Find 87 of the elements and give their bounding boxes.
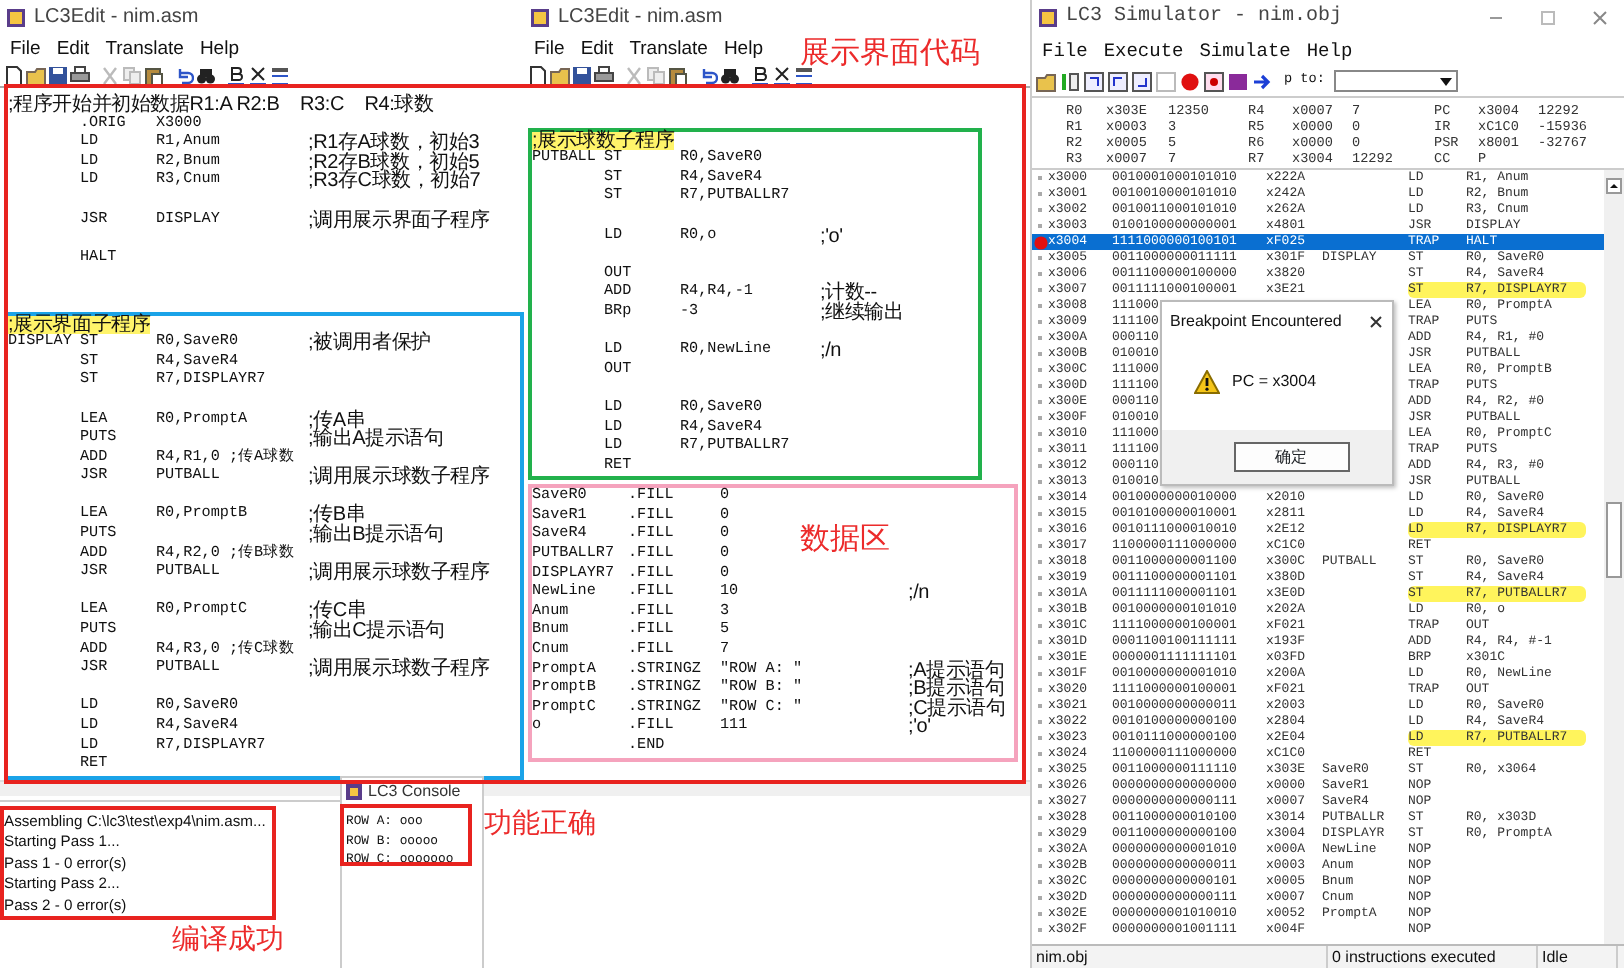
- window-title: LC3 Simulator - nim.obj: [1066, 8, 1343, 28]
- menu-item[interactable]: Help: [723, 39, 763, 59]
- menu-item[interactable]: Help: [199, 39, 239, 59]
- code-comment: ;调用展示球数子程序: [308, 468, 490, 488]
- code-comment: ;调用展示球数子程序: [308, 660, 490, 680]
- memory-icon[interactable]: [1228, 71, 1248, 91]
- code-comment: ;A提示语句: [908, 661, 1005, 681]
- dialog-title: Breakpoint Encountered: [1170, 309, 1342, 333]
- status-text: Idle: [1538, 946, 1618, 968]
- code-comment: ;'o': [820, 227, 843, 247]
- annotation-label: 数据区: [800, 524, 890, 554]
- code-comment: ;计数--: [820, 284, 877, 304]
- arrow-icon[interactable]: [1252, 71, 1272, 91]
- menu-item[interactable]: File: [534, 39, 565, 59]
- annotation-label: 编译成功: [172, 924, 284, 952]
- code-comment: ;被调用者保护: [308, 334, 431, 354]
- step-icon[interactable]: [1132, 71, 1152, 91]
- menu-item[interactable]: Translate: [105, 39, 184, 59]
- copy-icon[interactable]: [646, 65, 666, 85]
- code-comment: ;展示界面子程序: [8, 315, 151, 335]
- paste-icon[interactable]: [144, 65, 164, 85]
- code-comment: ;继续输出: [820, 303, 904, 324]
- status-text: nim.obj: [1032, 946, 1328, 968]
- binoculars-icon[interactable]: [196, 65, 216, 85]
- scissors-icon[interactable]: [100, 65, 120, 85]
- code-comment: ;R2存B球数，初始5: [308, 153, 480, 173]
- scrollbar[interactable]: [1604, 170, 1624, 944]
- status-text: 0 instructions executed: [1328, 946, 1538, 968]
- step-icon[interactable]: [1204, 71, 1224, 91]
- app-icon: [530, 7, 550, 27]
- menu-item[interactable]: File: [10, 39, 41, 59]
- code-comment: ;B提示语句: [908, 680, 1005, 700]
- warning-icon: [1194, 370, 1220, 394]
- window-title: LC3Edit - nim.asm: [558, 7, 723, 27]
- code-comment: ;展示球数子程序: [532, 131, 675, 151]
- binoculars-icon[interactable]: [720, 65, 740, 85]
- code-comment: ;调用展示界面子程序: [308, 211, 490, 231]
- printer-icon[interactable]: [70, 65, 90, 85]
- code-comment: ;输出C提示语句: [308, 622, 445, 642]
- step-icon[interactable]: [1084, 71, 1104, 91]
- assemble-icon[interactable]: [772, 65, 792, 85]
- copy-icon[interactable]: [122, 65, 142, 85]
- window-title: LC3 Console: [368, 783, 461, 799]
- code-comment: ;程序开始并初始数据R1:A R2:B R3:C R4:球数: [8, 96, 434, 116]
- code-comment: ;/n: [908, 584, 930, 604]
- step-icon[interactable]: [1060, 71, 1080, 91]
- app-icon: [6, 7, 26, 27]
- assemble-icon[interactable]: [750, 65, 770, 85]
- menu-item[interactable]: File: [1042, 41, 1088, 61]
- menu-item[interactable]: Edit: [580, 39, 614, 59]
- code-comment: ;/n: [820, 342, 842, 362]
- code-comment: ;调用展示球数子程序: [308, 564, 490, 584]
- code-comment: ;R1存A球数，初始3: [308, 134, 480, 154]
- step-icon[interactable]: [1108, 71, 1128, 91]
- assemble-icon[interactable]: [794, 65, 814, 85]
- ok-button[interactable]: 确定: [1233, 442, 1349, 472]
- annotation-label: 展示界面代码: [800, 38, 980, 68]
- address-dropdown[interactable]: [1334, 70, 1459, 92]
- scroll-thumb[interactable]: [1606, 502, 1622, 578]
- menu-item[interactable]: Help: [1306, 41, 1353, 61]
- folder-icon[interactable]: [1036, 71, 1056, 91]
- window-title: LC3Edit - nim.asm: [34, 7, 199, 27]
- undo-icon[interactable]: [698, 65, 718, 85]
- close-icon[interactable]: [1370, 315, 1382, 327]
- assemble-icon[interactable]: [226, 65, 246, 85]
- dialog-message: PC = x3004: [1232, 370, 1317, 394]
- paste-icon[interactable]: [668, 65, 688, 85]
- menu-item[interactable]: Simulate: [1199, 41, 1291, 61]
- printer-icon[interactable]: [594, 65, 614, 85]
- menu-item[interactable]: Execute: [1103, 41, 1184, 61]
- caret-icon: [1440, 77, 1453, 85]
- scroll-up-icon[interactable]: [1606, 178, 1622, 194]
- menu-item[interactable]: Edit: [56, 39, 90, 59]
- app-icon: [1038, 8, 1058, 28]
- code-comment: ;输出B提示语句: [308, 526, 444, 546]
- code-comment: ;'o': [908, 718, 931, 738]
- breakpoint-icon[interactable]: [1180, 71, 1200, 91]
- assemble-icon[interactable]: [270, 65, 290, 85]
- undo-icon[interactable]: [174, 65, 194, 85]
- code-comment: ;R3存C球数，初始7: [308, 172, 481, 192]
- annotation-frame: [340, 804, 472, 866]
- annotation-label: 功能正确: [484, 808, 596, 836]
- code-comment: ;输出A提示语句: [308, 430, 444, 450]
- code-comment: ;C提示语句: [908, 699, 1006, 719]
- assemble-icon[interactable]: [248, 65, 268, 85]
- scissors-icon[interactable]: [624, 65, 644, 85]
- menu-item[interactable]: Translate: [629, 39, 708, 59]
